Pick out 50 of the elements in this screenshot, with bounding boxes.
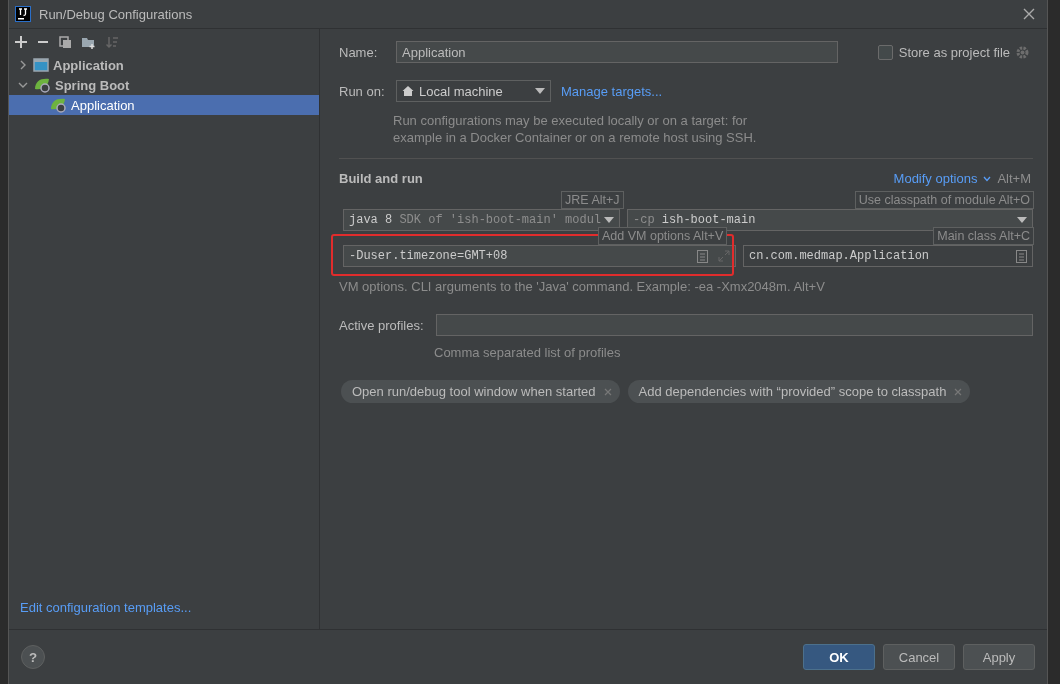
dropdown-arrow-icon[interactable] (1017, 217, 1027, 223)
run-on-dropdown[interactable]: Local machine (396, 80, 551, 102)
run-on-description: Run configurations may be executed locally or on a target: for example in a Docker Container or on a remote host using SSH. (393, 112, 758, 146)
shortcut-tooltip: JRE Alt+J (561, 191, 624, 209)
main-class-field[interactable]: cn.com.medmap.Application (743, 245, 1033, 267)
run-on-label: Run on: (339, 83, 386, 99)
manage-targets-link[interactable]: Manage targets... (561, 83, 663, 99)
chevron-down-icon[interactable] (983, 175, 992, 182)
store-label: Store as project file (898, 44, 1010, 60)
document-icon[interactable] (697, 249, 708, 263)
active-profiles-field[interactable] (435, 314, 1033, 336)
vm-options-field[interactable]: -Duser.timezone=GMT+08 (343, 245, 736, 267)
window-title: Run/Debug Configurations (39, 6, 194, 22)
active-profiles-label: Active profiles: (339, 317, 424, 333)
dialog-button[interactable]: Apply (963, 644, 1035, 670)
folder-add-icon[interactable] (82, 35, 96, 49)
section-title: Build and run (339, 171, 423, 186)
templates-link[interactable]: Edit configuration templates... (9, 600, 319, 629)
leaf-icon (49, 97, 67, 113)
add-icon[interactable] (15, 36, 27, 48)
modify-options-link[interactable]: Modify options (893, 171, 978, 186)
vm-options-hint: VM options. CLI arguments to the 'Java' command. Example: -ea -Xmx2048m. Alt+V (339, 279, 826, 294)
option-chip[interactable]: Add dependencies with “provided” scope to classpath (627, 380, 971, 403)
document-icon[interactable] (1016, 249, 1027, 263)
store-checkbox[interactable] (877, 44, 893, 60)
close-icon[interactable] (1023, 8, 1035, 20)
window-icon (33, 58, 49, 72)
tree-item[interactable]: Application (9, 55, 319, 75)
tree-item[interactable]: Application (9, 95, 319, 115)
app-logo-icon (15, 6, 31, 22)
help-button[interactable]: ? (21, 645, 45, 669)
option-chip[interactable]: Open run/debug tool window when started (341, 380, 620, 403)
dropdown-arrow-icon[interactable] (535, 88, 545, 94)
dropdown-arrow-icon[interactable] (604, 217, 614, 223)
jre-dropdown[interactable]: java 8 SDK of 'ish-boot-main' modul (343, 209, 620, 231)
name-label: Name: (339, 44, 379, 60)
shortcut-tooltip: Add VM options Alt+V (598, 227, 728, 245)
copy-icon[interactable] (59, 35, 72, 49)
shortcut-tooltip: Main class Alt+C (933, 227, 1034, 245)
profiles-hint: Comma separated list of profiles (434, 345, 622, 360)
tree-item[interactable]: Spring Boot (9, 75, 319, 95)
dialog-button[interactable]: Cancel (883, 644, 955, 670)
classpath-dropdown[interactable]: -cp ish-boot-main (627, 209, 1033, 231)
shortcut-tooltip: Use classpath of module Alt+O (854, 191, 1034, 209)
gear-icon[interactable] (1016, 45, 1029, 59)
name-field[interactable]: Application (396, 41, 838, 63)
shortcut-label: Alt+M (997, 171, 1031, 186)
dialog-button[interactable]: OK (803, 644, 875, 670)
house-icon (402, 85, 414, 97)
leaf-icon (33, 77, 51, 93)
